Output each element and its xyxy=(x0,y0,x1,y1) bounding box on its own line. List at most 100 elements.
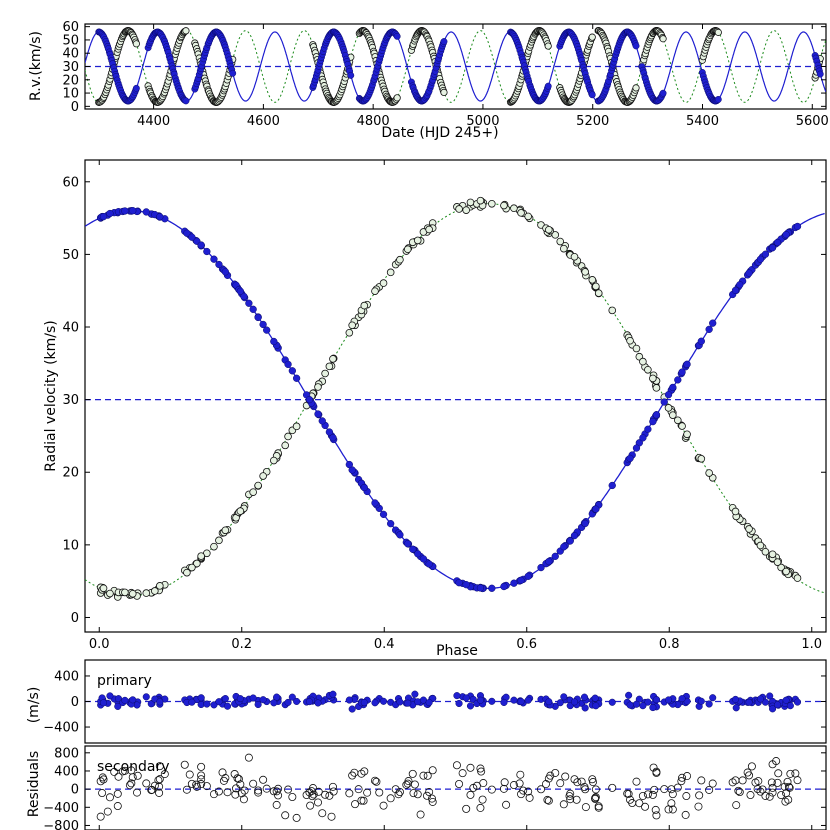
residuals-primary-point xyxy=(329,690,337,698)
top-secondary-point xyxy=(182,27,190,35)
residuals-primary-point xyxy=(732,704,740,712)
residuals-primary-point xyxy=(156,698,164,706)
residuals-primary-point xyxy=(396,698,404,706)
residuals-primary-point xyxy=(188,698,196,706)
main-secondary-point xyxy=(466,198,475,207)
main-primary-point xyxy=(581,519,589,528)
residuals-primary-point xyxy=(545,698,553,706)
residuals-secondary-point xyxy=(239,795,248,804)
top-y-tick-label: 50 xyxy=(62,33,79,48)
residuals-primary-point xyxy=(203,700,211,708)
top-x-tick-label: 5200 xyxy=(576,114,609,129)
residuals-secondary-point xyxy=(695,791,704,800)
main-primary-point xyxy=(524,572,532,580)
residuals-secondary-point xyxy=(386,794,395,803)
top-primary-point xyxy=(714,95,722,103)
residuals-secondary-point xyxy=(327,812,336,821)
residuals-secondary-point xyxy=(96,812,105,821)
top-x-axis-label: Date (HJD 245+) xyxy=(381,125,498,141)
main-primary-point xyxy=(305,395,314,404)
residuals-secondary-point xyxy=(683,772,692,781)
main-secondary-point xyxy=(292,422,301,431)
residuals-secondary-point xyxy=(500,778,509,787)
main-primary-point xyxy=(476,584,485,592)
residuals-primary-point xyxy=(221,695,229,703)
residuals-secondary-point xyxy=(419,771,428,780)
residuals-primary-point xyxy=(305,698,313,706)
main-panel: 0.0 0.2 0.4 0.6 0.8 1.0 0 10 20 30 40 50 60 Phase R… xyxy=(43,159,827,659)
residuals-secondary-point xyxy=(476,803,485,812)
residuals-secondary-point xyxy=(754,777,763,786)
main-primary-point xyxy=(318,417,326,425)
main-primary-point xyxy=(106,209,114,218)
residuals-secondary-point xyxy=(423,771,432,780)
main-primary-point xyxy=(396,531,404,539)
top-primary-point xyxy=(393,32,401,40)
main-primary-point xyxy=(697,337,705,345)
main-x-tick-label: 0.2 xyxy=(231,637,252,652)
residuals-secondary-point xyxy=(180,760,189,769)
main-secondary-point xyxy=(345,328,354,337)
main-primary-point xyxy=(639,434,647,442)
residuals-secondary-point xyxy=(345,789,354,798)
main-secondary-point xyxy=(329,355,337,363)
main-primary-point xyxy=(761,250,770,258)
main-secondary-point xyxy=(697,455,706,463)
main-secondary-point xyxy=(488,199,496,208)
main-primary-point xyxy=(517,576,525,584)
residuals-secondary-point xyxy=(793,776,802,785)
main-secondary-point xyxy=(371,287,379,295)
main-secondary-point xyxy=(121,588,129,597)
main-secondary-point xyxy=(678,422,686,430)
residuals-primary-point xyxy=(411,690,419,698)
residuals-secondary-point xyxy=(682,792,691,801)
residuals-secondary-point xyxy=(325,791,334,800)
main-primary-point xyxy=(649,417,657,426)
residuals-secondary-point xyxy=(761,791,770,800)
residuals-secondary-point xyxy=(98,789,107,798)
top-primary-point xyxy=(132,84,140,92)
main-secondary-point xyxy=(649,374,657,383)
main-secondary-point xyxy=(156,582,164,590)
main-secondary-point xyxy=(570,252,579,261)
main-primary-point xyxy=(215,260,223,269)
main-x-axis-label: Phase xyxy=(436,643,478,659)
residuals-primary-point xyxy=(142,693,150,701)
main-primary-point xyxy=(379,510,388,519)
main-x-tick-label: 0.4 xyxy=(374,637,395,652)
main-secondary-point xyxy=(403,245,412,254)
top-primary-point xyxy=(544,82,552,90)
residuals-secondary-point xyxy=(478,795,487,804)
main-primary-point xyxy=(782,230,790,239)
residuals-secondary-point xyxy=(650,785,659,794)
residuals-primary-point xyxy=(121,696,129,704)
residuals-secondary-point xyxy=(708,779,717,788)
residuals-secondary-point xyxy=(455,780,464,789)
main-secondary-point xyxy=(197,552,205,560)
main-secondary-point xyxy=(254,481,262,490)
residuals-primary-y-tick-label: 400 xyxy=(54,669,79,684)
residuals-secondary-point xyxy=(292,813,301,822)
main-secondary-point xyxy=(632,344,641,353)
residuals-secondary-point xyxy=(249,779,258,788)
top-primary-point xyxy=(588,91,596,99)
main-primary-point xyxy=(414,550,422,558)
main-secondary-point xyxy=(705,469,713,477)
main-x-tick-label: 0.6 xyxy=(516,637,537,652)
main-secondary-point xyxy=(425,225,433,234)
residuals-primary-point xyxy=(106,692,114,700)
residuals-primary-point xyxy=(254,700,262,709)
main-primary-point xyxy=(419,555,428,563)
residuals-secondary-point xyxy=(635,799,644,808)
main-y-tick-label: 30 xyxy=(62,393,79,408)
top-x-ticks: 4400 4600 4800 5000 5200 5400 5600 xyxy=(137,24,829,129)
top-x-tick-label: 5600 xyxy=(796,114,829,129)
residuals-secondary-point xyxy=(747,762,756,771)
residuals-secondary-point xyxy=(403,779,412,788)
top-primary-point xyxy=(182,97,190,105)
residuals-secondary-panel: −800 −400 0 400 800 secondary Residuals xyxy=(26,745,827,830)
residuals-secondary-point xyxy=(185,770,194,779)
residuals-primary-point xyxy=(570,698,579,706)
residuals-primary-point xyxy=(782,696,790,704)
residuals-y-axis-label: Residuals xyxy=(26,751,42,817)
